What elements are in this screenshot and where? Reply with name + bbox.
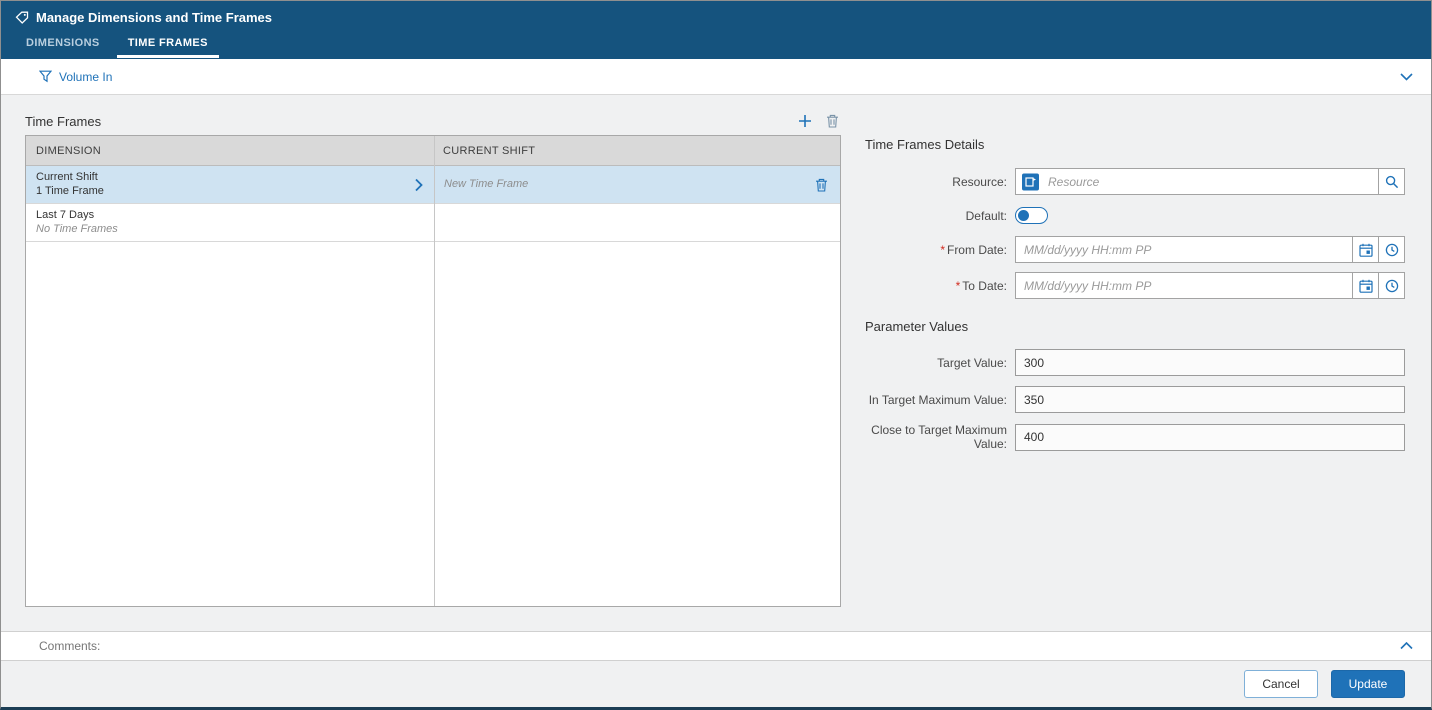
- time-frames-toolbar: [798, 114, 841, 128]
- resource-input[interactable]: [1015, 168, 1379, 195]
- dimension-summary: 1 Time Frame: [36, 185, 104, 197]
- resource-search-button[interactable]: [1378, 168, 1405, 195]
- default-toggle[interactable]: [1015, 207, 1048, 224]
- chevron-right-icon[interactable]: [415, 178, 423, 191]
- table-header-row: DIMENSION CURRENT SHIFT: [26, 136, 840, 166]
- in-target-max-row: In Target Maximum Value:: [865, 386, 1405, 413]
- time-frames-title: Time Frames: [25, 113, 102, 129]
- filter-label: Volume In: [59, 69, 113, 84]
- to-date-label: * To Date:: [955, 278, 1007, 293]
- time-frame-name: New Time Frame: [444, 178, 529, 190]
- filter-bar: Volume In: [1, 59, 1431, 95]
- target-value-row: Target Value:: [865, 349, 1405, 376]
- close-to-target-max-input[interactable]: [1015, 423, 1405, 451]
- chevron-up-icon[interactable]: [1400, 642, 1413, 650]
- to-date-control: [1015, 272, 1405, 299]
- tab-dimensions[interactable]: DIMENSIONS: [15, 32, 111, 58]
- in-target-max-input[interactable]: [1015, 386, 1405, 413]
- manage-dimensions-window: Manage Dimensions and Time Frames DIMENS…: [0, 0, 1432, 710]
- resource-icon: [1022, 173, 1039, 190]
- comments-bar: Comments:: [1, 631, 1431, 661]
- time-frame-cell[interactable]: New Time Frame: [433, 166, 840, 203]
- resource-row: Resource:: [865, 168, 1405, 195]
- tab-time-frames[interactable]: TIME FRAMES: [116, 32, 219, 58]
- from-date-input[interactable]: [1015, 236, 1353, 263]
- content-area: Time Frames DIMENSION CURRENT SHIFT Curr…: [1, 95, 1431, 631]
- table-row[interactable]: Current Shift 1 Time Frame New Time Fram…: [26, 166, 840, 204]
- tab-bar: DIMENSIONS TIME FRAMES: [15, 32, 1417, 58]
- to-date-row: * To Date:: [865, 272, 1405, 299]
- dimension-name: Current Shift: [36, 171, 98, 183]
- resource-control: [1015, 168, 1405, 195]
- from-date-calendar-button[interactable]: [1352, 236, 1379, 263]
- comments-label: Comments:: [39, 639, 101, 653]
- time-frame-cell[interactable]: [433, 204, 840, 241]
- column-divider: [434, 136, 435, 606]
- update-button[interactable]: Update: [1331, 670, 1405, 698]
- default-label: Default:: [965, 208, 1007, 223]
- dimension-summary: No Time Frames: [36, 223, 118, 235]
- to-date-input[interactable]: [1015, 272, 1353, 299]
- time-frames-panel-head: Time Frames: [25, 107, 841, 135]
- footer-bar: Cancel Update: [1, 661, 1431, 707]
- in-target-max-label: In Target Maximum Value:: [868, 392, 1007, 407]
- to-date-clock-button[interactable]: [1378, 272, 1405, 299]
- to-date-calendar-button[interactable]: [1352, 272, 1379, 299]
- cancel-button[interactable]: Cancel: [1244, 670, 1318, 698]
- required-asterisk: *: [955, 278, 961, 293]
- close-to-target-max-label: Close to Target Maximum Value:: [871, 423, 1007, 451]
- column-header-current-shift: CURRENT SHIFT: [443, 144, 536, 157]
- app-header: Manage Dimensions and Time Frames DIMENS…: [1, 1, 1431, 59]
- funnel-icon: [39, 70, 52, 83]
- add-time-frame-icon[interactable]: [798, 114, 812, 128]
- time-frames-details-panel: Time Frames Details Resource: Resource D…: [865, 107, 1405, 631]
- target-value-label: Target Value:: [937, 355, 1007, 370]
- target-value-input[interactable]: [1015, 349, 1405, 376]
- parameter-values-title: Parameter Values: [865, 319, 969, 334]
- dimension-cell[interactable]: Last 7 Days No Time Frames: [26, 204, 433, 241]
- from-date-clock-button[interactable]: [1378, 236, 1405, 263]
- table-row[interactable]: Last 7 Days No Time Frames: [26, 204, 840, 242]
- details-title: Time Frames Details: [865, 137, 985, 152]
- time-frames-panel: Time Frames DIMENSION CURRENT SHIFT Curr…: [25, 107, 841, 631]
- page-title: Manage Dimensions and Time Frames: [36, 10, 272, 25]
- time-frames-table: DIMENSION CURRENT SHIFT Current Shift 1 …: [25, 135, 841, 607]
- required-asterisk: *: [940, 242, 945, 257]
- toggle-knob: [1018, 210, 1029, 221]
- column-header-dimension: DIMENSION: [36, 144, 102, 157]
- from-date-control: [1015, 236, 1405, 263]
- dimension-name: Last 7 Days: [36, 209, 95, 221]
- default-row: Default:: [865, 207, 1405, 224]
- close-to-target-max-row: Close to Target Maximum Value:: [865, 423, 1405, 451]
- page-title-row: Manage Dimensions and Time Frames: [15, 10, 1417, 25]
- chevron-down-icon[interactable]: [1400, 72, 1413, 81]
- row-delete-icon[interactable]: [815, 178, 828, 192]
- manage-icon: [15, 11, 29, 25]
- delete-time-frame-icon[interactable]: [826, 114, 839, 128]
- resource-label: Resource:: [952, 174, 1007, 189]
- from-date-row: * From Date:: [865, 236, 1405, 263]
- dimension-cell[interactable]: Current Shift 1 Time Frame: [26, 166, 433, 203]
- from-date-label: * From Date:: [940, 242, 1007, 257]
